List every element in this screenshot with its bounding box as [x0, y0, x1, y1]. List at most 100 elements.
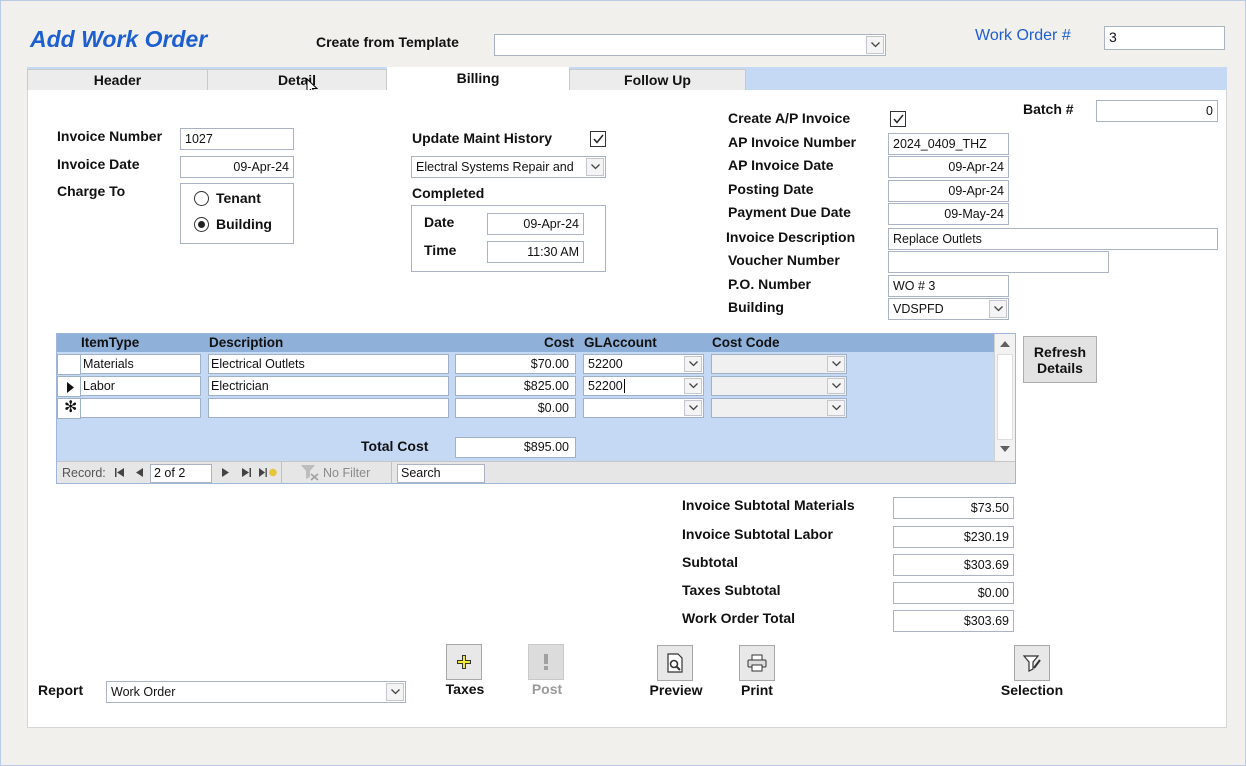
row-selector[interactable] [57, 354, 81, 375]
cell-gl-account[interactable] [583, 398, 704, 418]
post-button[interactable] [528, 644, 564, 680]
selection-label[interactable]: Selection [994, 682, 1070, 698]
po-number-field[interactable]: WO # 3 [888, 275, 1009, 297]
column-header-cost-code[interactable]: Cost Code [712, 335, 780, 350]
filter-icon[interactable] [301, 465, 319, 481]
chevron-down-icon[interactable] [386, 683, 404, 701]
selection-button[interactable] [1014, 645, 1050, 681]
subtotal-labor-field: $230.19 [893, 526, 1014, 548]
print-button[interactable] [739, 645, 775, 681]
taxes-button[interactable] [446, 644, 482, 680]
cell-cost-code[interactable] [711, 376, 847, 396]
invoice-date-field[interactable]: 09-Apr-24 [180, 156, 294, 178]
ap-invoice-date-field[interactable]: 09-Apr-24 [888, 156, 1009, 178]
printer-icon [747, 654, 767, 672]
create-ap-label: Create A/P Invoice [728, 110, 851, 126]
previous-record-icon[interactable] [136, 468, 143, 477]
payment-due-field[interactable]: 09-May-24 [888, 203, 1009, 225]
completed-time-field[interactable]: 11:30 AM [487, 241, 584, 263]
posting-date-field[interactable]: 09-Apr-24 [888, 180, 1009, 202]
exclamation-icon [544, 654, 548, 670]
preview-button[interactable] [657, 645, 693, 681]
chevron-down-icon[interactable] [827, 378, 845, 394]
plus-icon [457, 655, 471, 669]
chevron-down-icon[interactable] [684, 400, 702, 416]
subtotal-materials-label: Invoice Subtotal Materials [682, 497, 855, 513]
invoice-number-field[interactable]: 1027 [180, 128, 294, 150]
cell-item-type[interactable]: Materials [80, 354, 201, 374]
cell-gl-account[interactable]: 52200 [583, 376, 704, 396]
chevron-down-icon[interactable] [684, 378, 702, 394]
ap-invoice-number-field[interactable]: 2024_0409_THZ [888, 133, 1009, 155]
template-select[interactable] [494, 34, 886, 56]
grid-search-input[interactable]: Search [397, 464, 485, 483]
cell-description[interactable]: Electrician [208, 376, 449, 396]
create-ap-checkbox[interactable] [890, 111, 906, 127]
navigator-divider [281, 462, 282, 484]
work-order-number-field[interactable]: 3 [1104, 26, 1225, 50]
radio-tenant[interactable] [194, 191, 209, 206]
current-record-icon [67, 382, 74, 393]
chevron-down-icon[interactable] [827, 356, 845, 372]
post-label[interactable]: Post [518, 681, 576, 697]
chevron-down-icon[interactable] [866, 36, 884, 54]
next-record-icon[interactable] [222, 468, 229, 477]
cell-cost[interactable]: $0.00 [455, 398, 576, 418]
work-order-total-field: $303.69 [893, 610, 1014, 632]
first-record-icon[interactable] [115, 468, 124, 477]
last-record-icon[interactable] [242, 468, 251, 477]
scroll-down-icon[interactable] [1000, 446, 1010, 452]
voucher-number-field[interactable] [888, 251, 1109, 273]
cell-description[interactable]: Electrical Outlets [208, 354, 449, 374]
record-position-field[interactable]: 2 of 2 [150, 464, 212, 483]
no-filter-label[interactable]: No Filter [323, 466, 370, 480]
chevron-down-icon[interactable] [586, 158, 604, 176]
tab-billing[interactable]: Billing [387, 67, 569, 92]
scroll-thumb[interactable] [997, 354, 1013, 440]
update-history-checkbox[interactable] [590, 131, 606, 147]
scroll-up-icon[interactable] [1000, 341, 1010, 347]
batch-field[interactable]: 0 [1096, 100, 1218, 122]
tab-follow-up[interactable]: Follow Up [569, 69, 746, 91]
cell-gl-account[interactable]: 52200 [583, 354, 704, 374]
new-record-nav-icon[interactable] [259, 467, 277, 478]
batch-label: Batch # [1023, 101, 1074, 117]
grid-header: ItemType Description Cost GLAccount Cost… [57, 334, 994, 352]
chevron-down-icon[interactable] [989, 300, 1007, 318]
detail-grid: ItemType Description Cost GLAccount Cost… [56, 333, 1016, 484]
chevron-down-icon[interactable] [827, 400, 845, 416]
chevron-down-icon[interactable] [684, 356, 702, 372]
completed-date-field[interactable]: 09-Apr-24 [487, 213, 584, 235]
report-select[interactable]: Work Order [106, 681, 406, 703]
cell-description[interactable] [208, 398, 449, 418]
grid-scrollbar[interactable] [994, 334, 1015, 461]
cell-cost[interactable]: $825.00 [455, 376, 576, 396]
total-cost-label: Total Cost [361, 438, 429, 454]
radio-building-label: Building [216, 216, 272, 232]
cell-item-type[interactable]: Labor [80, 376, 201, 396]
column-header-itemtype[interactable]: ItemType [81, 335, 139, 350]
row-selector-new[interactable]: ✻ [57, 398, 81, 419]
history-type-select[interactable]: Electral Systems Repair and [411, 156, 606, 178]
record-label: Record: [62, 466, 106, 480]
invoice-description-field[interactable]: Replace Outlets [888, 228, 1218, 250]
print-label[interactable]: Print [728, 682, 786, 698]
cell-item-type[interactable] [80, 398, 201, 418]
cell-cost[interactable]: $70.00 [455, 354, 576, 374]
tab-detail[interactable]: Detail [207, 69, 387, 91]
radio-building[interactable] [194, 217, 209, 232]
building-select[interactable]: VDSPFD [888, 298, 1009, 320]
cell-cost-code[interactable] [711, 398, 847, 418]
total-cost-field: $895.00 [455, 437, 576, 458]
column-header-description[interactable]: Description [209, 335, 283, 350]
preview-label[interactable]: Preview [641, 682, 711, 698]
column-header-cost[interactable]: Cost [544, 335, 574, 350]
row-selector-current[interactable] [57, 376, 81, 397]
column-header-glaccount[interactable]: GLAccount [584, 335, 657, 350]
refresh-details-button[interactable]: Refresh Details [1023, 336, 1097, 383]
taxes-label[interactable]: Taxes [436, 681, 494, 697]
report-label: Report [38, 682, 84, 698]
tab-header[interactable]: Header [27, 69, 208, 91]
invoice-description-label: Invoice Description [726, 229, 856, 245]
cell-cost-code[interactable] [711, 354, 847, 374]
